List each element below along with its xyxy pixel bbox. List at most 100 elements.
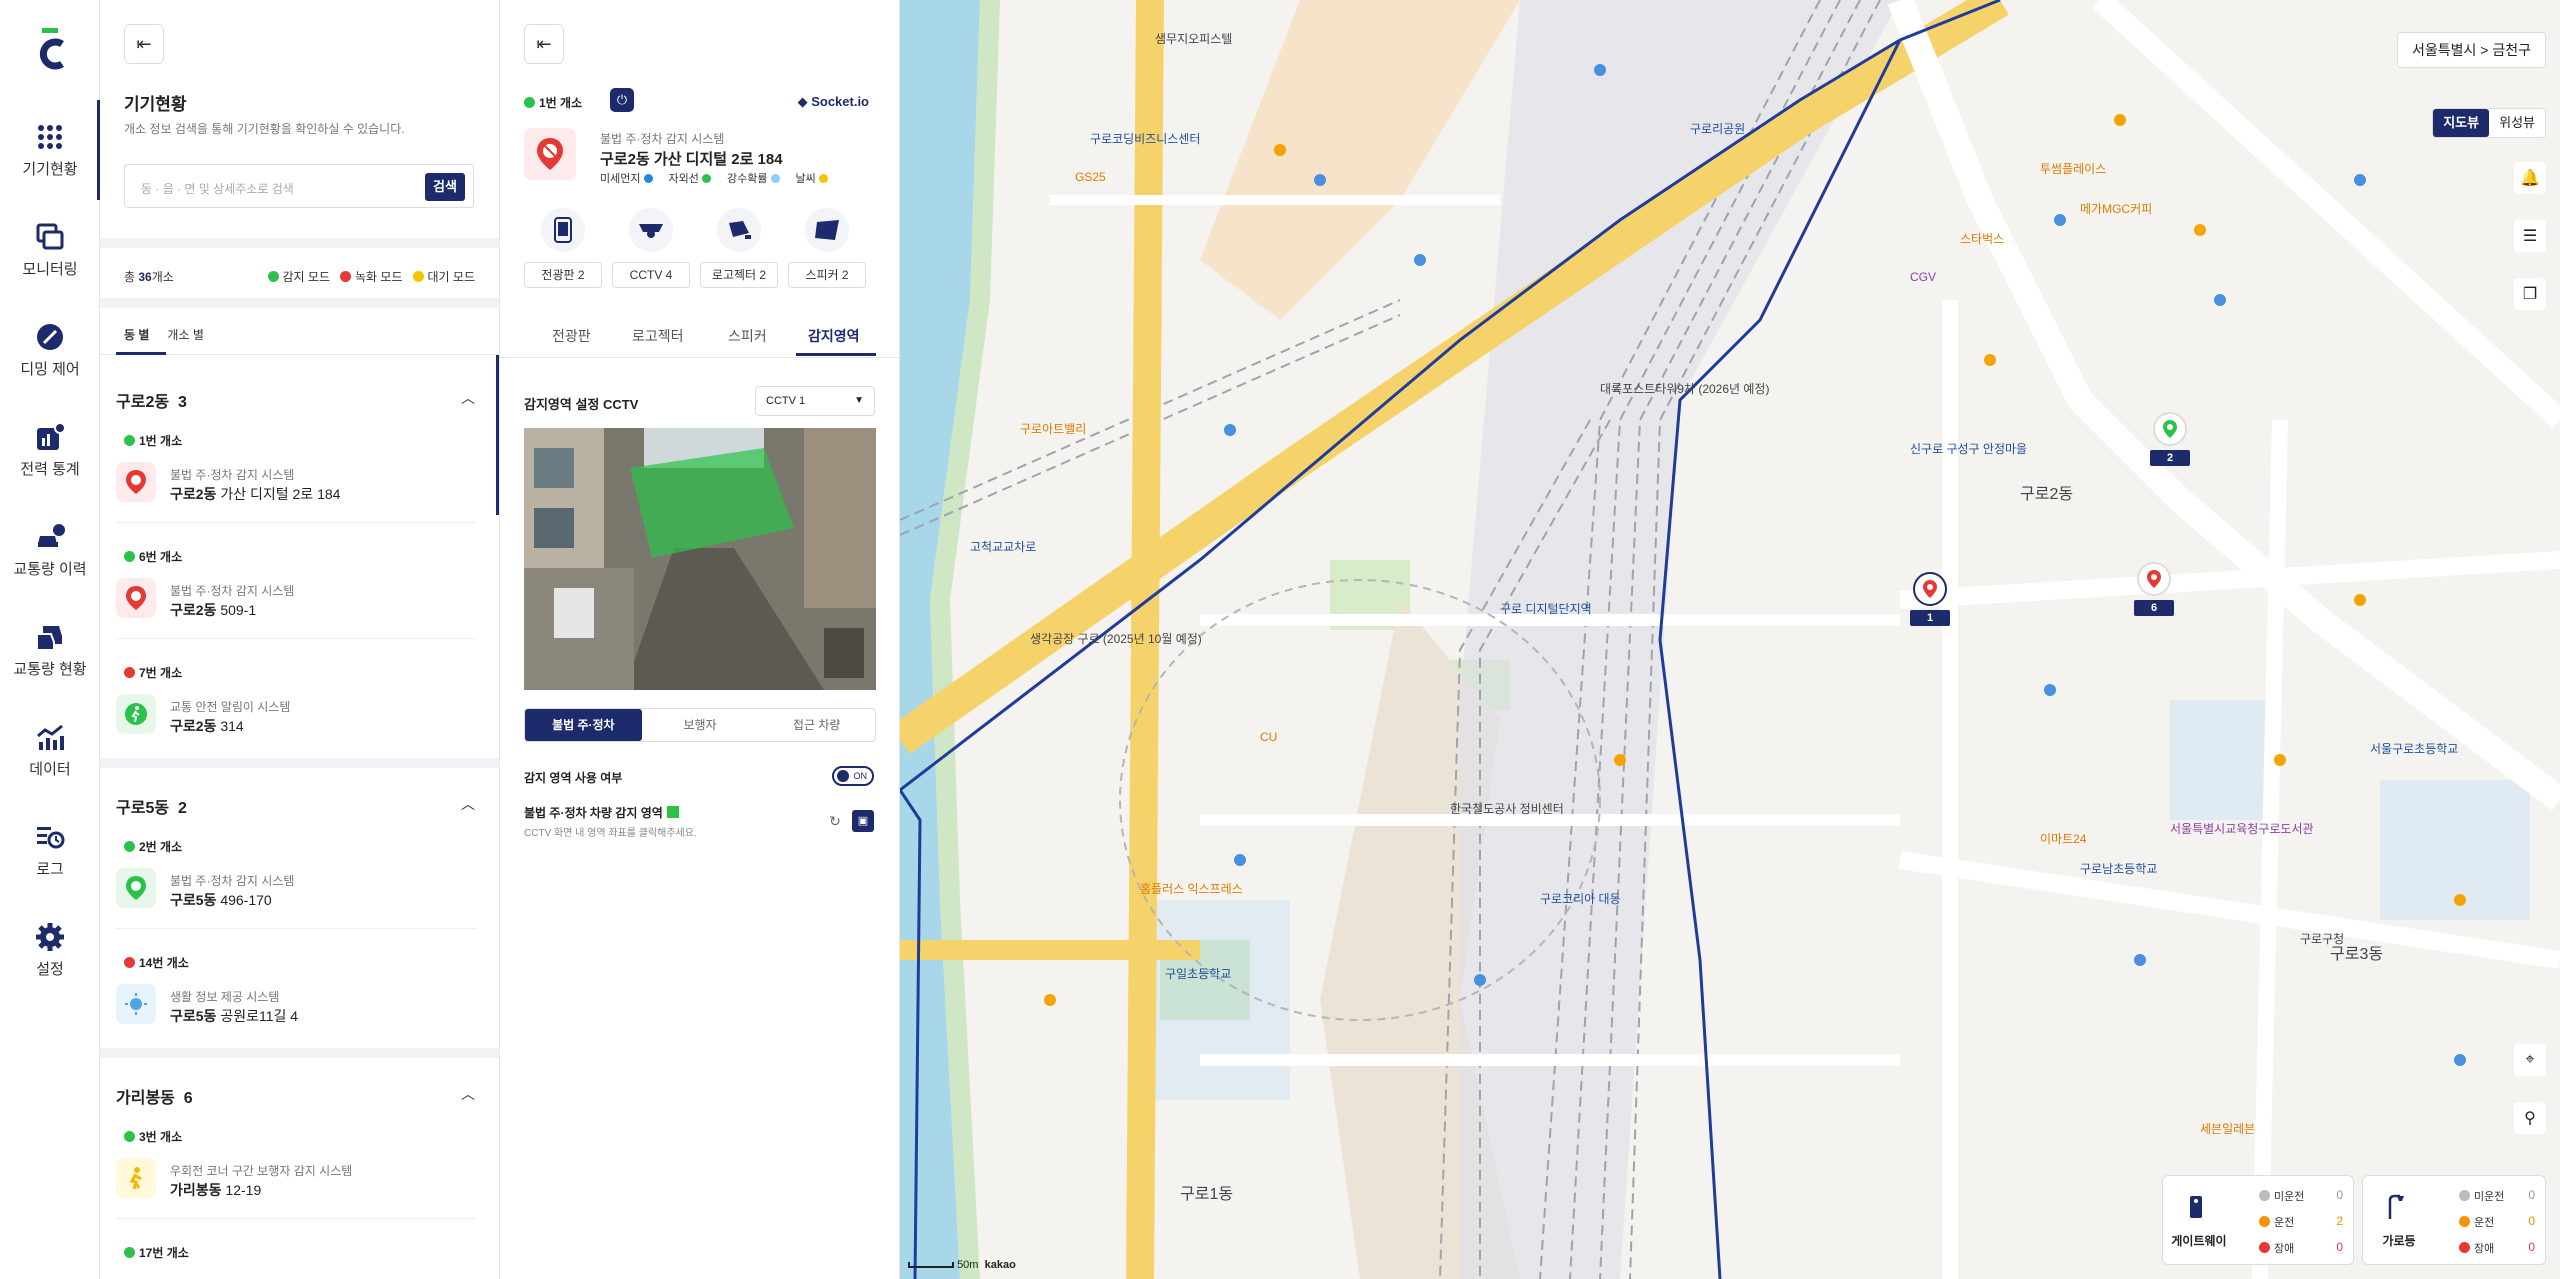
device-card-cctv[interactable]: CCTV 4	[612, 208, 690, 288]
map-label: GS25	[1075, 170, 1106, 184]
nav-label: 로그	[36, 861, 64, 878]
power-icon: ⏻	[616, 92, 628, 107]
chevron-up-icon[interactable]: ︿	[461, 388, 475, 408]
map-label: 구로리공원	[1690, 122, 1746, 136]
nav-label: 기기현황	[22, 161, 78, 178]
nav-label: 설정	[36, 961, 64, 978]
dimming-icon	[37, 324, 63, 350]
mode-pedestrian[interactable]: 보행자	[642, 709, 759, 741]
map-pin-icon	[2147, 570, 2161, 588]
search-field[interactable]: 동 · 읍 · 면 및 상세주소로 검색 검색	[124, 164, 474, 208]
use-area-toggle[interactable]: ON	[832, 766, 874, 786]
site-address[interactable]: 가리봉동 12-19	[170, 1180, 261, 1200]
no-parking-icon	[116, 462, 156, 502]
logojector-icon	[729, 221, 751, 239]
mode-legend: 감지 모드 녹화 모드 대기 모드	[267, 268, 475, 285]
tab-billboard[interactable]: 전광판	[552, 326, 591, 346]
tab-by-dong[interactable]: 동 별	[124, 326, 149, 343]
satellite-view-button[interactable]: 위성뷰	[2489, 109, 2545, 137]
site-address: 구로2동 가산 디지털 2로 184	[600, 151, 783, 168]
site-address[interactable]: 구로2동 509-1	[170, 600, 256, 620]
mode-approaching-vehicle[interactable]: 접근 차량	[758, 709, 875, 741]
marker-toggle-button[interactable]: ⚲	[2514, 1102, 2546, 1134]
site-marker-selected[interactable]: 1	[1910, 572, 1950, 626]
search-button[interactable]: 검색	[425, 173, 465, 201]
caret-down-icon: ▼	[854, 395, 864, 406]
monitor-icon	[36, 223, 64, 250]
reset-button[interactable]: ↻	[824, 810, 846, 832]
nav-power-stats[interactable]: 전력 통계	[0, 412, 100, 492]
site-status: 14번 개소	[124, 954, 189, 971]
stat-label: 장애	[2459, 1240, 2494, 1256]
chevron-up-icon[interactable]: ︿	[461, 794, 475, 814]
my-location-button[interactable]: ⌖	[2514, 1044, 2546, 1076]
group-header[interactable]: 구로5동 2	[116, 794, 187, 818]
site-address[interactable]: 구로5동 공원로11길 4	[170, 1006, 298, 1026]
power-button[interactable]: ⏻	[610, 88, 634, 112]
nav-devices[interactable]: 기기현황	[0, 100, 101, 200]
stat-value: 0	[2336, 1240, 2343, 1254]
group-header[interactable]: 가리봉동 6	[116, 1084, 193, 1108]
streetlight-icon	[2379, 1190, 2413, 1224]
pedestrian-alert-icon	[116, 694, 156, 734]
nav-settings[interactable]: 설정	[0, 912, 100, 992]
nav-data[interactable]: 데이터	[0, 712, 100, 792]
nav-traffic-history[interactable]: 교통량 이력	[0, 512, 100, 592]
zone-description: CCTV 화면 내 영역 좌표를 클릭해주세요.	[524, 828, 697, 839]
mode-illegal-parking[interactable]: 불법 주·정차	[525, 709, 642, 741]
save-icon: ▣	[857, 815, 869, 827]
site-address[interactable]: 구로5동 496-170	[170, 890, 272, 910]
stat-value: 2	[2336, 1214, 2343, 1228]
map-label: 생각공장 구로 (2025년 10월 예정)	[1030, 632, 1202, 646]
collapse-detail-button[interactable]: ⇤	[524, 24, 564, 64]
collapse-panel-button[interactable]: ⇤	[124, 24, 164, 64]
map-view-button[interactable]: 지도뷰	[2433, 109, 2490, 137]
nav-traffic-status[interactable]: 교통량 현황	[0, 612, 100, 692]
layers-icon: ❐	[2522, 286, 2538, 303]
nav-monitoring[interactable]: 모니터링	[0, 212, 100, 292]
group-tabs: 동 별 개소 별	[124, 326, 204, 343]
map-label: 홈플러스 익스프레스	[1140, 882, 1243, 896]
zone-color-swatch	[666, 806, 679, 818]
site-address[interactable]: 구로2동 가산 디지털 2로 184	[170, 484, 340, 504]
map-label: 이마트24	[2040, 832, 2087, 846]
map-label: 구로코리아 대동	[1540, 892, 1621, 906]
nav-log[interactable]: 로그	[0, 812, 100, 892]
tab-detection-area[interactable]: 감지영역	[808, 326, 860, 346]
nav-label: 교통량 이력	[13, 561, 87, 578]
cctv-preview[interactable]	[524, 428, 876, 690]
site-marker[interactable]: 6	[2134, 562, 2174, 616]
device-card-speaker[interactable]: 스피커 2	[788, 208, 866, 288]
collapse-icon: ⇤	[136, 33, 152, 54]
device-detail-panel: ⇤ 1번 개소 ⏻ ◆ Socket.io 불법 주·정차 감지 시스템 구로2…	[500, 0, 900, 1279]
notification-button[interactable]: 🔔	[2514, 162, 2546, 194]
chevron-up-icon[interactable]: ︿	[461, 1084, 475, 1104]
location-breadcrumb[interactable]: 서울특별시 > 금천구	[2397, 32, 2546, 68]
collapse-icon: ⇤	[536, 33, 552, 54]
site-marker[interactable]: 2	[2150, 412, 2190, 466]
nav-dimming[interactable]: 디밍 제어	[0, 312, 100, 392]
cctv-select[interactable]: CCTV 1 ▼	[755, 386, 875, 416]
gateway-icon	[2179, 1190, 2213, 1224]
detail-tabs: 전광판 로고젝터 스피커 감지영역	[500, 312, 899, 358]
system-name: 교통 안전 알림이 시스템	[170, 700, 291, 714]
save-button[interactable]: ▣	[852, 810, 874, 832]
cars-icon	[36, 626, 62, 651]
map-label: 대륙포스트타워9차 (2026년 예정)	[1600, 382, 1770, 396]
device-card-billboard[interactable]: 전광판 2	[524, 208, 602, 288]
tab-by-site[interactable]: 개소 별	[167, 326, 203, 343]
map-label: 구일초등학교	[1165, 967, 1232, 981]
streetlight-stats: 가로등 미운전 0 운전 0 장애 0	[2362, 1175, 2546, 1265]
tab-speaker[interactable]: 스피커	[728, 326, 767, 346]
detection-mode-selector: 불법 주·정차 보행자 접근 차량	[524, 708, 876, 742]
system-name: 불법 주·정차 감지 시스템	[170, 584, 295, 598]
site-address[interactable]: 구로2동 314	[170, 716, 244, 736]
group-header[interactable]: 구로2동 3	[116, 388, 187, 412]
filter-button[interactable]: ☰	[2514, 220, 2546, 252]
socket-icon: ◆	[797, 94, 812, 109]
layers-button[interactable]: ❐	[2514, 278, 2546, 310]
map-view[interactable]: 샘무지오피스텔 구로코딩비즈니스센터 구로 디지털단지역 구로2동 구로1동 구…	[900, 0, 2560, 1279]
tab-logojector[interactable]: 로고젝터	[632, 326, 684, 346]
power-stats-icon	[37, 422, 65, 450]
device-card-logojector[interactable]: 로고젝터 2	[700, 208, 778, 288]
